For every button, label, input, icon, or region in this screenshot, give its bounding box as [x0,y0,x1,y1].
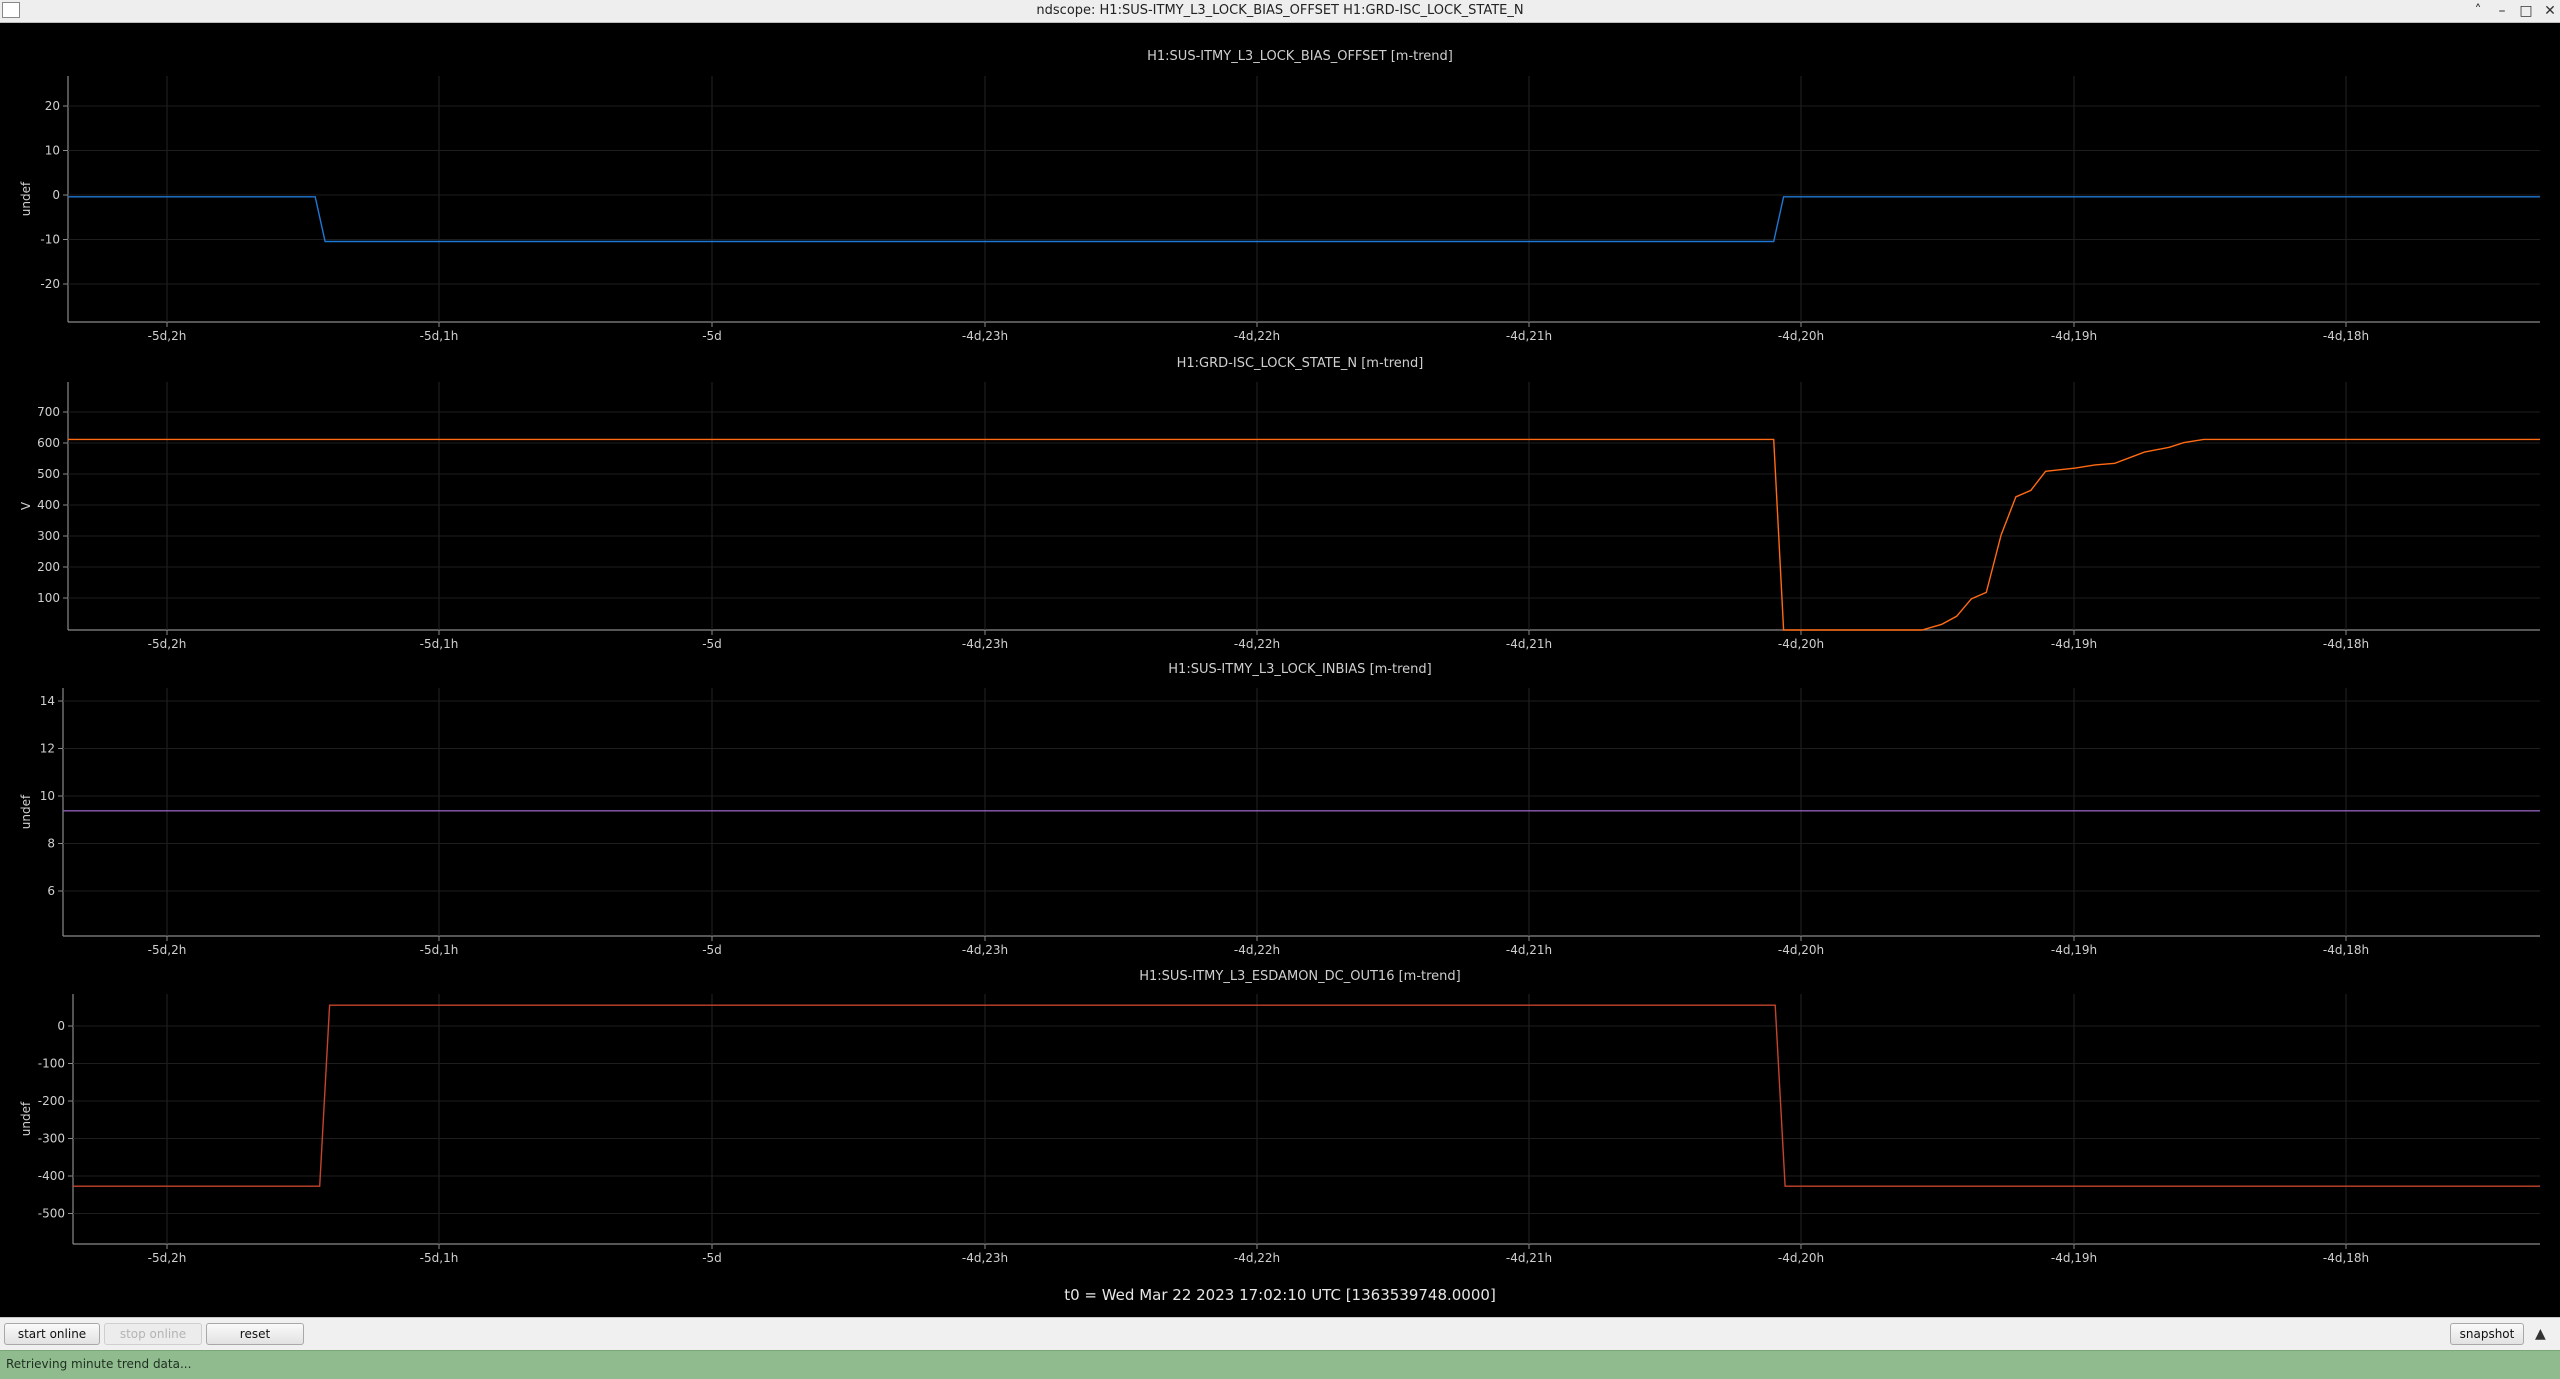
control-bar: start online stop online reset snapshot … [0,1317,2560,1351]
y-axis-label: undef [19,181,33,216]
x-tick-label: -4d,23h [962,1251,1008,1265]
x-tick-label: -5d,1h [420,1251,459,1265]
x-tick-label: -5d,1h [420,329,459,343]
y-tick-label: 6 [47,884,55,898]
y-tick-label: 8 [47,837,55,851]
chevron-up-icon[interactable]: ▲ [2535,1326,2546,1342]
x-tick-label: -5d,2h [148,637,187,651]
window-titlebar: ndscope: H1:SUS-ITMY_L3_LOCK_BIAS_OFFSET… [0,0,2560,23]
y-tick-label: 400 [37,498,60,512]
chart-title: H1:SUS-ITMY_L3_LOCK_BIAS_OFFSET [m-trend… [1147,49,1453,64]
chart-panel-3: H1:SUS-ITMY_L3_LOCK_INBIAS [m-trend] -5d,… [19,662,2540,957]
x-tick-label: -4d,19h [2051,329,2097,343]
chart-title: H1:SUS-ITMY_L3_ESDAMON_DC_OUT16 [m-trend… [1139,969,1461,984]
y-tick-label: -400 [38,1169,65,1183]
y-tick-label: -300 [38,1132,65,1146]
x-tick-label: -4d,18h [2323,943,2369,957]
window-title: ndscope: H1:SUS-ITMY_L3_LOCK_BIAS_OFFSET… [1036,3,1524,18]
x-tick-label: -4d,18h [2323,1251,2369,1265]
y-tick-label: 10 [45,144,60,158]
x-tick-label: -4d,21h [1506,943,1552,957]
t0-label: t0 = Wed Mar 22 2023 17:02:10 UTC [13635… [1064,1286,1496,1304]
x-tick-label: -4d,20h [1778,1251,1824,1265]
y-tick-label: 200 [37,560,60,574]
chart-title: H1:SUS-ITMY_L3_LOCK_INBIAS [m-trend] [1168,662,1431,677]
x-tick-label: -5d,2h [148,943,187,957]
y-tick-label: 500 [37,467,60,481]
x-tick-label: -5d,1h [420,943,459,957]
y-tick-label: 10 [40,789,55,803]
x-tick-label: -4d,23h [962,943,1008,957]
x-tick-label: -4d,21h [1506,329,1552,343]
x-tick-label: -5d,2h [148,329,187,343]
chart-panel-1: H1:SUS-ITMY_L3_LOCK_BIAS_OFFSET [m-trend… [19,49,2540,343]
chart-title: H1:GRD-ISC_LOCK_STATE_N [m-trend] [1177,356,1424,371]
minimize-icon[interactable]: – [2492,1,2512,21]
x-tick-label: -4d,21h [1506,1251,1552,1265]
x-tick-label: -5d,2h [148,1251,187,1265]
x-tick-label: -4d,18h [2323,637,2369,651]
start-online-button[interactable]: start online [4,1323,100,1345]
y-tick-label: 300 [37,529,60,543]
reset-button[interactable]: reset [206,1323,304,1345]
x-tick-label: -5d,1h [420,637,459,651]
x-tick-label: -4d,18h [2323,329,2369,343]
chart-panel-4: H1:SUS-ITMY_L3_ESDAMON_DC_OUT16 [m-trend… [19,969,2540,1265]
x-tick-label: -4d,19h [2051,943,2097,957]
y-tick-label: 100 [37,591,60,605]
series-line [73,1004,2540,1187]
y-tick-label: -20 [40,277,60,291]
x-tick-label: -4d,20h [1778,943,1824,957]
y-tick-label: 600 [37,436,60,450]
y-tick-label: 12 [40,742,55,756]
x-tick-label: -4d,20h [1778,637,1824,651]
y-tick-label: -10 [40,233,60,247]
status-text: Retrieving minute trend data... [6,1357,192,1371]
y-tick-label: -200 [38,1094,65,1108]
x-tick-label: -4d,23h [962,329,1008,343]
x-tick-label: -4d,19h [2051,1251,2097,1265]
y-tick-label: 700 [37,405,60,419]
x-tick-label: -5d [702,1251,722,1265]
y-tick-label: 0 [57,1019,65,1033]
plots-canvas[interactable]: H1:SUS-ITMY_L3_LOCK_BIAS_OFFSET [m-trend… [0,22,2560,1317]
x-tick-label: -4d,20h [1778,329,1824,343]
x-tick-label: -4d,22h [1234,329,1280,343]
maximize-icon[interactable]: □ [2516,1,2536,21]
stop-online-button[interactable]: stop online [104,1323,202,1345]
y-tick-label: 0 [52,188,60,202]
y-axis-label: undef [19,794,33,829]
chevron-up-icon[interactable]: ˄ [2468,1,2488,21]
x-tick-label: -5d [702,329,722,343]
y-tick-label: -500 [38,1207,65,1221]
chart-panel-2: H1:GRD-ISC_LOCK_STATE_N [m-trend] -5d,2h -… [19,356,2540,651]
y-axis-label: V [19,501,33,510]
x-tick-label: -5d [702,637,722,651]
plot-area[interactable]: H1:SUS-ITMY_L3_LOCK_BIAS_OFFSET [m-trend… [0,22,2560,1317]
y-tick-label: -100 [38,1057,65,1071]
x-tick-label: -4d,23h [962,637,1008,651]
y-tick-label: 14 [40,694,55,708]
x-tick-label: -4d,21h [1506,637,1552,651]
status-bar: Retrieving minute trend data... [0,1350,2560,1379]
y-axis-label: undef [19,1101,33,1136]
snapshot-button[interactable]: snapshot [2450,1323,2524,1345]
x-tick-label: -4d,22h [1234,637,1280,651]
x-tick-label: -5d [702,943,722,957]
x-tick-label: -4d,22h [1234,1251,1280,1265]
x-tick-label: -4d,19h [2051,637,2097,651]
close-icon[interactable]: ✕ [2540,1,2560,21]
x-tick-label: -4d,22h [1234,943,1280,957]
y-tick-label: 20 [45,99,60,113]
